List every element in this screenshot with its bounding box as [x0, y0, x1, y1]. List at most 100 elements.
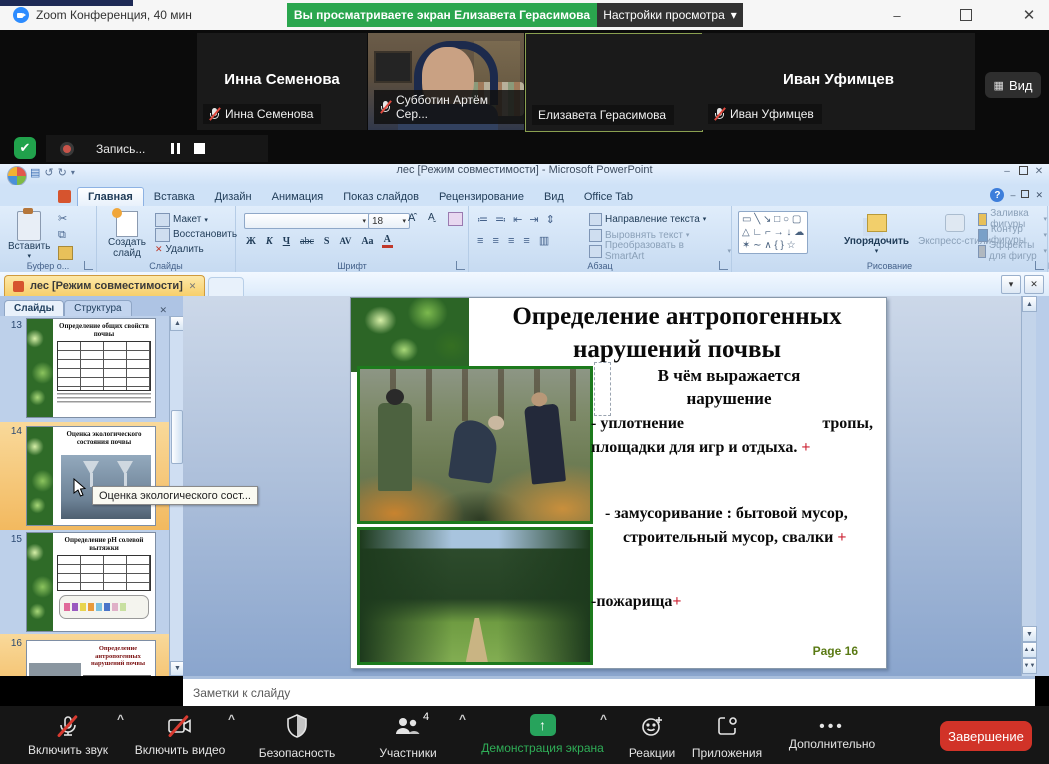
scrollbar-thumb[interactable]	[171, 410, 183, 464]
reset-button[interactable]: Восстановить	[155, 227, 237, 242]
copy-button[interactable]: ⧉	[58, 229, 73, 242]
tab-list-dropdown-button[interactable]: ▾	[1001, 275, 1021, 294]
strikethrough-button[interactable]: abc	[298, 236, 316, 247]
smartart-button[interactable]: Преобразовать в SmartArt▾	[589, 243, 731, 259]
end-meeting-button[interactable]: Завершение	[940, 721, 1032, 751]
reactions-button[interactable]: Реакции	[620, 714, 684, 760]
tab-view[interactable]: Вид	[534, 188, 574, 206]
slide-thumb-14-selected[interactable]: 14 Оценка экологического состояния почвы	[0, 422, 169, 530]
font-name-combo[interactable]: ▾	[244, 213, 370, 229]
doc-restore-button[interactable]	[1021, 190, 1029, 200]
participants-button[interactable]: 4 Участники	[363, 714, 453, 760]
shadow-button[interactable]: S	[322, 236, 332, 247]
tab-close-button[interactable]: ✕	[1024, 275, 1044, 294]
layout-button[interactable]: Макет▾	[155, 212, 237, 227]
participants-options-chevron[interactable]: ^	[459, 712, 466, 726]
video-options-chevron[interactable]: ^	[228, 712, 235, 726]
apps-icon	[715, 714, 739, 741]
save-button[interactable]: ▤	[30, 166, 40, 179]
participant-tile-elizaveta[interactable]: Елизавета Герасимова	[525, 33, 703, 132]
window-minimize-button[interactable]: –	[882, 6, 912, 24]
tab-design[interactable]: Дизайн	[205, 188, 262, 206]
font-color-button[interactable]: А	[382, 234, 393, 248]
grow-font-button[interactable]: А̂	[408, 212, 415, 224]
tab-insert[interactable]: Вставка	[144, 188, 205, 206]
scroll-up-icon[interactable]: ▲	[1022, 296, 1037, 312]
previous-slide-button[interactable]: ▲▲	[1022, 642, 1037, 658]
notes-pane[interactable]: Заметки к слайду	[183, 676, 1035, 709]
doc-minimize-button[interactable]: –	[1010, 190, 1015, 200]
slide-thumb-16[interactable]: 16 Определение антропогенных нарушений п…	[0, 634, 169, 676]
window-close-button[interactable]: ✕	[1014, 6, 1044, 24]
more-button[interactable]: ••• Дополнительно	[780, 714, 884, 751]
alignment-icons[interactable]: ≡ ≡ ≡ ≡ ▥	[477, 234, 552, 247]
participant-tile-ivan[interactable]: Иван Уфимцев Иван Уфимцев	[702, 33, 975, 130]
slide-thumb-15[interactable]: 15 Определение pH солевой вытяжки	[0, 530, 169, 634]
qat-dropdown[interactable]: ▾	[71, 168, 75, 177]
tab-animation[interactable]: Анимация	[262, 188, 334, 206]
bullets-numbering-icons[interactable]: ≔ ≕ ⇤ ⇥ ⇕	[477, 213, 557, 226]
help-icon[interactable]: ?	[990, 188, 1004, 202]
document-tab-les[interactable]: лес [Режим совместимости] ✕	[4, 275, 205, 296]
office-button[interactable]	[7, 166, 27, 186]
bold-button[interactable]: Ж	[244, 236, 258, 247]
share-screen-button[interactable]: ↑ Демонстрация экрана	[470, 714, 615, 755]
paste-button[interactable]: Вставить ▾	[8, 211, 50, 260]
undo-button[interactable]: ↺	[44, 166, 53, 179]
slide-scrollbar[interactable]: ▲ ▼ ▲▲ ▼▼	[1021, 296, 1036, 676]
tab-outline[interactable]: Структура	[64, 300, 131, 316]
paragraph-dialog-launcher[interactable]	[719, 261, 728, 270]
thumb-text-lines	[83, 675, 151, 676]
change-case-button[interactable]: Aa	[359, 236, 375, 247]
audio-options-chevron[interactable]: ^	[117, 712, 124, 726]
apps-button[interactable]: Приложения	[682, 714, 772, 760]
next-slide-button[interactable]: ▼▼	[1022, 658, 1037, 674]
window-maximize-button[interactable]	[951, 6, 981, 24]
thumb-title: Определение антропогенных нарушений почв…	[83, 645, 153, 668]
start-video-button[interactable]: Включить видео	[130, 714, 230, 757]
font-size-combo[interactable]: 18▾	[368, 213, 410, 229]
tab-slides[interactable]: Слайды	[4, 300, 64, 316]
font-dialog-launcher[interactable]	[456, 261, 465, 270]
arrange-button[interactable]: Упорядочить ▾	[844, 214, 909, 255]
tab-review[interactable]: Рецензирование	[429, 188, 534, 206]
text-direction-button[interactable]: Направление текста▾	[589, 211, 731, 227]
slide-body-text: - уплотнениетропы, площадки для игр и от…	[591, 412, 887, 614]
panel-close-icon[interactable]: ✕	[159, 305, 167, 316]
clear-formatting-button[interactable]	[448, 212, 463, 226]
redo-button[interactable]: ↻	[58, 166, 67, 179]
document-tab-close-icon[interactable]: ✕	[189, 281, 197, 292]
cut-button[interactable]: ✂	[58, 212, 73, 225]
drawing-dialog-launcher[interactable]	[1035, 261, 1044, 270]
view-settings-button[interactable]: Настройки просмотра ▾	[597, 3, 743, 27]
share-options-chevron[interactable]: ^	[600, 712, 607, 726]
unmute-button[interactable]: Включить звук	[22, 714, 114, 757]
scroll-down-icon[interactable]: ▼	[1022, 626, 1037, 642]
ppt-close-button[interactable]: ✕	[1030, 166, 1048, 177]
shape-effects-button[interactable]: Эффекты для фигур▾	[978, 243, 1047, 259]
current-slide[interactable]: Определение антропогенных нарушений почв…	[350, 297, 887, 669]
participant-tile-inna[interactable]: Инна Семенова Инна Семенова	[197, 33, 367, 130]
view-layout-button[interactable]: ▦ Вид	[985, 72, 1041, 98]
stop-recording-button[interactable]	[194, 143, 205, 154]
delete-slide-button[interactable]: ✕Удалить	[155, 242, 237, 257]
character-spacing-button[interactable]: AV	[337, 236, 353, 246]
tab-home[interactable]: Главная	[77, 187, 144, 206]
doc-close-button[interactable]: ✕	[1035, 190, 1043, 201]
office-menu-icon[interactable]	[58, 190, 71, 203]
security-button[interactable]: Безопасность	[252, 714, 342, 760]
quick-access-toolbar: ▤ ↺ ↻ ▾	[30, 166, 75, 179]
slide-thumb-13[interactable]: 13 Определение общих свойств почвы	[0, 316, 169, 422]
new-slide-button[interactable]: Создать слайд	[103, 211, 151, 259]
tab-slideshow[interactable]: Показ слайдов	[333, 188, 429, 206]
shapes-gallery[interactable]: ▭ ╲ ↘ □ ○ ▢ △ ∟ ⌐ → ↓ ☁ ✶ ∼ ∧ { } ☆	[738, 211, 808, 254]
italic-button[interactable]: К	[264, 236, 275, 247]
meeting-secure-shield-icon[interactable]: ✔	[14, 137, 36, 159]
participant-tile-subbotin[interactable]: Субботин Артём Сер...	[368, 33, 524, 130]
shrink-font-button[interactable]: А̬	[428, 212, 435, 223]
format-painter-button[interactable]	[58, 246, 73, 260]
pause-recording-button[interactable]	[171, 143, 180, 154]
underline-button[interactable]: Ч	[281, 236, 292, 247]
clipboard-dialog-launcher[interactable]	[84, 261, 93, 270]
tab-office-tab[interactable]: Office Tab	[574, 188, 643, 206]
